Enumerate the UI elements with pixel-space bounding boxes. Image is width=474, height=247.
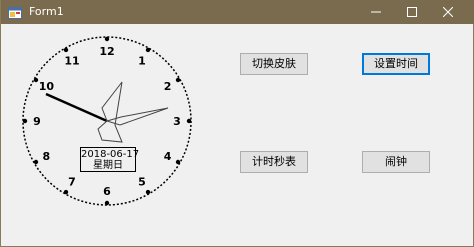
main-window: Form1 12 1 2 3 4 5 6 7 8 9 10 11 2018-06-17 星期日 切换皮… bbox=[0, 0, 474, 247]
date-display: 2018-06-17 星期日 bbox=[80, 147, 140, 172]
hour-dot bbox=[63, 189, 69, 195]
maximize-button[interactable] bbox=[394, 0, 430, 24]
clock-numeral: 12 bbox=[99, 45, 114, 58]
clock-numeral: 11 bbox=[64, 54, 79, 67]
clock-numeral: 7 bbox=[68, 176, 76, 189]
clock-numeral: 8 bbox=[43, 150, 51, 163]
clock-numeral: 9 bbox=[33, 115, 41, 128]
hour-dot bbox=[104, 200, 110, 206]
hour-dot bbox=[104, 36, 110, 42]
close-icon bbox=[443, 7, 453, 17]
minimize-button[interactable] bbox=[358, 0, 394, 24]
hour-dot bbox=[33, 77, 39, 83]
clock-numeral: 2 bbox=[164, 80, 172, 93]
weekday-text: 星期日 bbox=[93, 160, 123, 171]
window-title: Form1 bbox=[29, 5, 64, 18]
clock-numeral: 3 bbox=[173, 115, 181, 128]
date-text: 2018-06-17 bbox=[81, 149, 140, 160]
stopwatch-button[interactable]: 计时秒表 bbox=[240, 151, 308, 173]
minimize-icon bbox=[371, 11, 381, 13]
title-bar[interactable]: Form1 bbox=[1, 0, 474, 24]
hour-dot bbox=[145, 47, 151, 53]
hour-hand bbox=[45, 92, 108, 123]
maximize-icon bbox=[407, 7, 417, 17]
hour-dot bbox=[175, 77, 181, 83]
app-icon bbox=[8, 5, 22, 19]
hour-dot bbox=[33, 159, 39, 165]
hour-dot bbox=[175, 159, 181, 165]
clock-numeral: 6 bbox=[103, 185, 111, 198]
clock-numeral: 5 bbox=[138, 176, 146, 189]
hour-dot bbox=[63, 47, 69, 53]
analog-clock: 121234567891011 bbox=[22, 36, 192, 206]
set-time-button[interactable]: 设置时间 bbox=[362, 53, 430, 75]
second-hand bbox=[97, 81, 123, 143]
clock-numeral: 1 bbox=[138, 54, 146, 67]
hour-dot bbox=[145, 189, 151, 195]
change-skin-button[interactable]: 切换皮肤 bbox=[240, 53, 308, 75]
close-button[interactable] bbox=[430, 0, 466, 24]
clock-numeral: 4 bbox=[164, 150, 172, 163]
alarm-button[interactable]: 闹钟 bbox=[362, 151, 430, 173]
hour-dot bbox=[22, 118, 28, 124]
hour-dot bbox=[186, 118, 192, 124]
clock-numeral: 10 bbox=[39, 80, 55, 93]
